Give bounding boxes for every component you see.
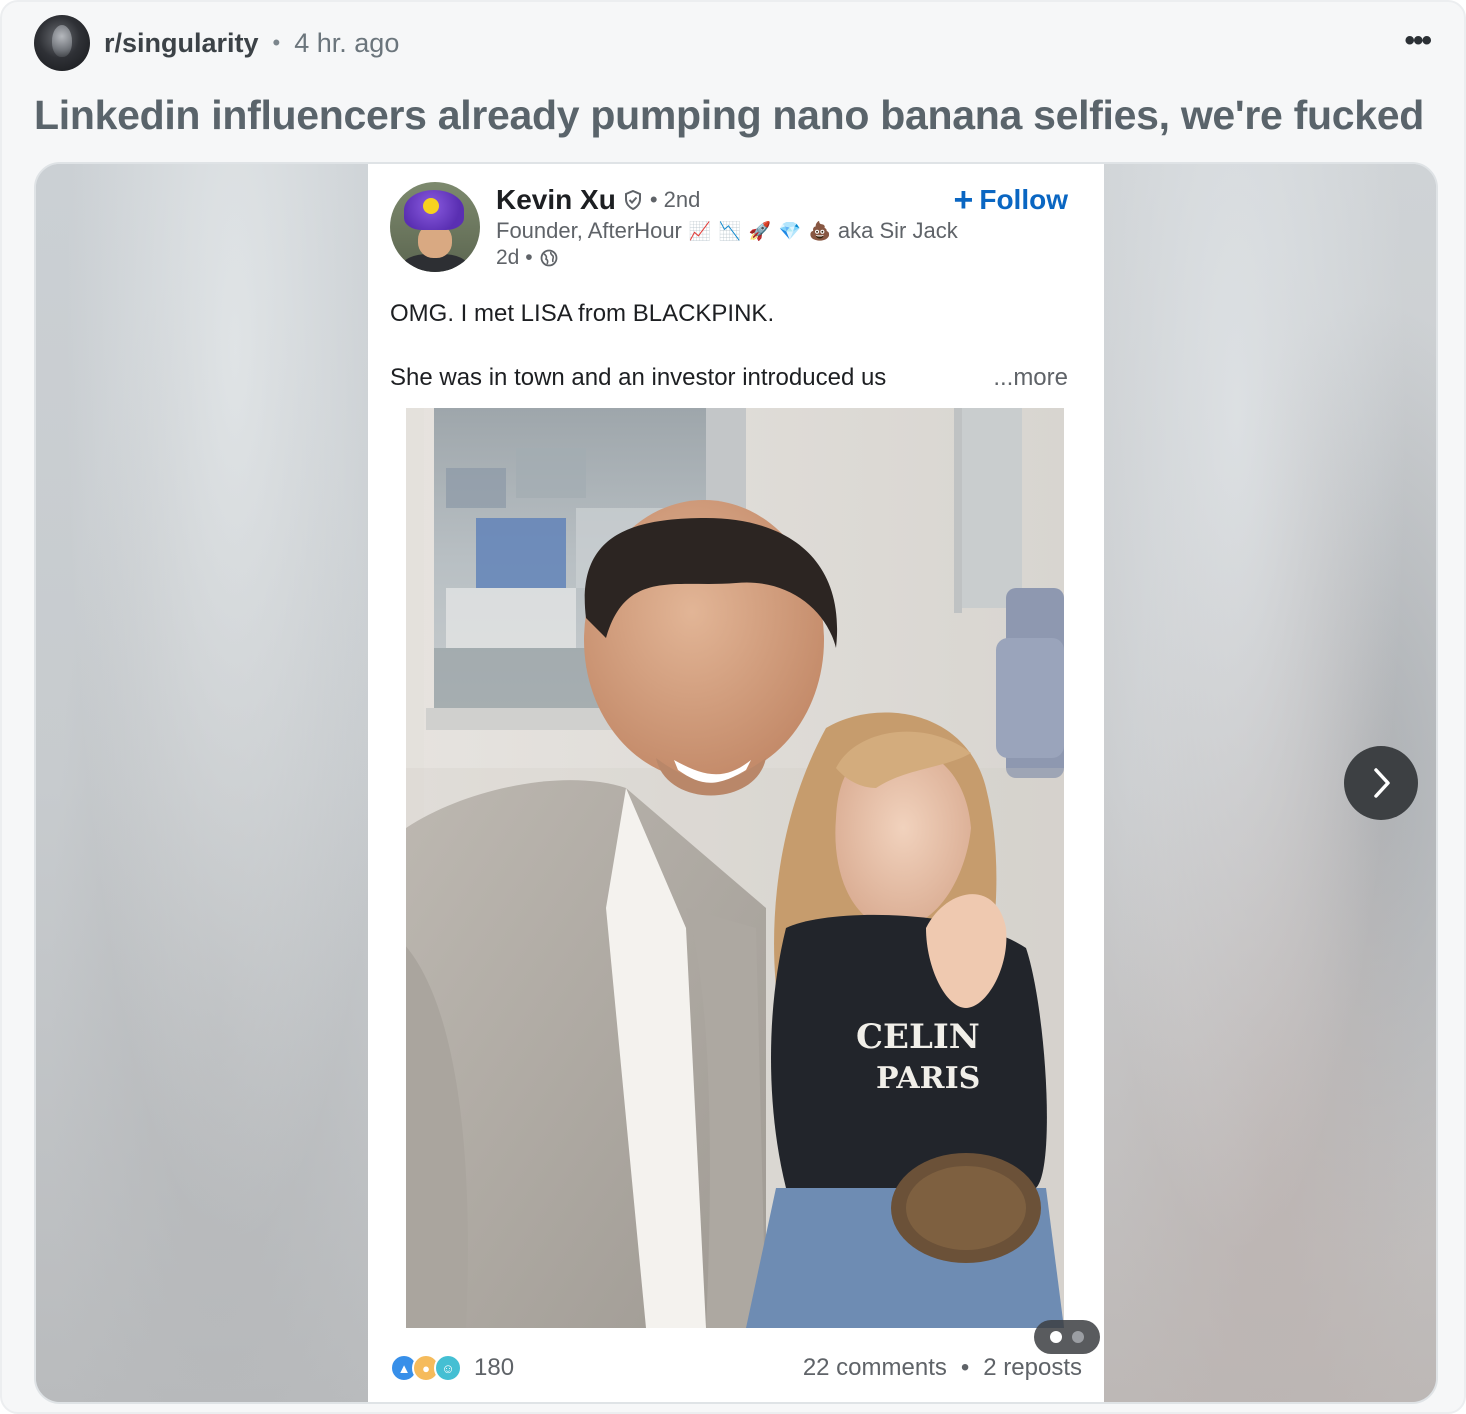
comments-count-link[interactable]: 22 comments bbox=[803, 1354, 947, 1382]
media-blur-left bbox=[36, 164, 368, 1402]
carousel-indicator[interactable] bbox=[1034, 1320, 1100, 1354]
linkedin-author-name: Kevin Xu bbox=[496, 184, 616, 215]
see-more-link[interactable]: ...more bbox=[993, 364, 1068, 392]
poop-icon: 💩 bbox=[808, 220, 832, 242]
chart-down-icon: 📉 bbox=[718, 220, 742, 242]
post-media[interactable]: Kevin Xu • 2nd + Follow Founder, AfterHo… bbox=[34, 162, 1438, 1404]
chart-up-icon: 📈 bbox=[688, 220, 712, 242]
reaction-count: 180 bbox=[474, 1354, 515, 1381]
more-options-button[interactable]: ••• bbox=[1404, 26, 1431, 56]
subreddit-name[interactable]: r/singularity bbox=[104, 28, 259, 59]
engagement-summary: 22 comments • 2 reposts bbox=[803, 1354, 1082, 1382]
linkedin-post-meta: 2d • bbox=[496, 246, 558, 270]
headline-prefix: Founder, AfterHour bbox=[496, 218, 682, 243]
reaction-icons: ▲ ● ☺ bbox=[390, 1354, 462, 1382]
linkedin-author-row: Kevin Xu • 2nd bbox=[496, 184, 700, 216]
selfie-photo-illustration: CELIN PARIS bbox=[406, 408, 1064, 1328]
globe-icon bbox=[540, 249, 557, 267]
headline-suffix: aka Sir Jack bbox=[837, 218, 958, 243]
post-age: 2d • bbox=[496, 246, 533, 269]
verified-shield-icon bbox=[624, 190, 641, 210]
linkedin-author-headline: Founder, AfterHour 📈 📉 🚀 💎 💩 aka Sir Jac… bbox=[496, 218, 958, 244]
shirt-text-line2: PARIS bbox=[876, 1061, 980, 1096]
engagement-separator: • bbox=[960, 1354, 970, 1381]
reposts-count-link[interactable]: 2 reposts bbox=[983, 1354, 1082, 1382]
follow-label: Follow bbox=[979, 184, 1068, 215]
carousel-dot-active[interactable] bbox=[1050, 1331, 1062, 1343]
chevron-right-icon bbox=[1374, 768, 1390, 798]
post-header: r/singularity • 4 hr. ago bbox=[34, 15, 399, 71]
linkedin-post-screenshot: Kevin Xu • 2nd + Follow Founder, AfterHo… bbox=[368, 164, 1104, 1402]
header-separator: • bbox=[272, 30, 281, 55]
selfie-photo: CELIN PARIS bbox=[406, 408, 1064, 1328]
linkedin-post-text-line1: OMG. I met LISA from BLACKPINK. bbox=[390, 300, 775, 327]
follow-button[interactable]: + Follow bbox=[953, 181, 1068, 219]
reddit-post-card: r/singularity • 4 hr. ago ••• Linkedin i… bbox=[0, 0, 1466, 1414]
post-title[interactable]: Linkedin influencers already pumping nan… bbox=[34, 92, 1424, 139]
carousel-dot[interactable] bbox=[1072, 1331, 1084, 1343]
shirt-text-line1: CELIN bbox=[856, 1017, 980, 1057]
rocket-icon: 🚀 bbox=[748, 220, 772, 242]
post-time: 4 hr. ago bbox=[294, 27, 400, 58]
gem-icon: 💎 bbox=[778, 220, 802, 242]
linkedin-post-text-line2: She was in town and an investor introduc… bbox=[390, 364, 887, 391]
subreddit-avatar[interactable] bbox=[34, 15, 90, 71]
plus-icon: + bbox=[953, 181, 974, 219]
linkedin-author-avatar bbox=[390, 182, 480, 272]
reactions-summary[interactable]: ▲ ● ☺ 180 bbox=[390, 1354, 514, 1382]
connection-degree: • 2nd bbox=[649, 187, 701, 212]
funny-reaction-icon: ☺ bbox=[434, 1354, 462, 1382]
carousel-next-button[interactable] bbox=[1344, 746, 1418, 820]
